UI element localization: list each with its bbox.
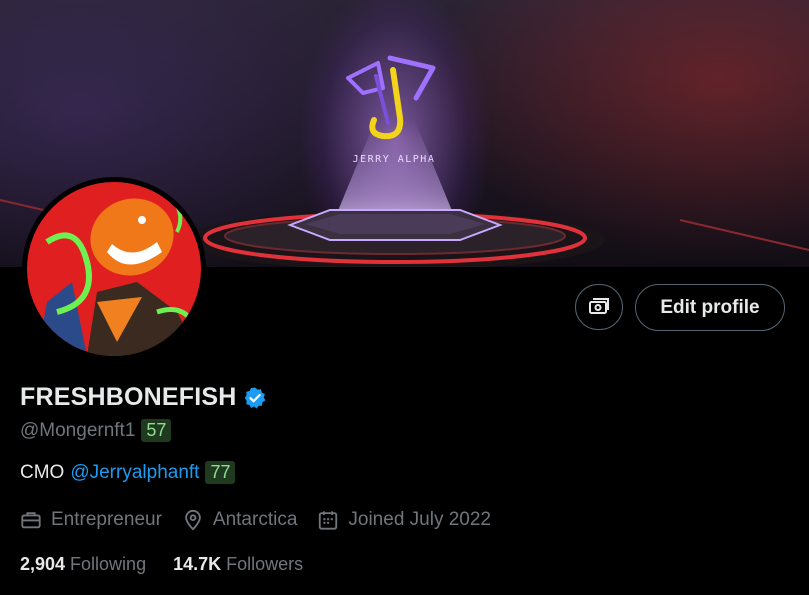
avatar[interactable] — [22, 177, 206, 361]
profession-item: Entrepreneur — [20, 509, 162, 531]
display-name-row: FRESHBONEFISH — [20, 383, 267, 412]
jerry-alpha-logo — [346, 55, 436, 140]
following-link[interactable]: 2,904 Following — [20, 554, 146, 575]
bio: CMO @Jerryalphanft 77 — [20, 461, 236, 484]
location-item: Antarctica — [182, 509, 297, 531]
monetization-button[interactable] — [575, 284, 623, 330]
user-handle: @Mongernft1 — [20, 419, 136, 441]
profile-meta: Entrepreneur Antarctica Joined July 2022 — [20, 509, 511, 531]
handle-row: @Mongernft1 57 — [20, 419, 172, 442]
followers-label: Followers — [226, 554, 304, 574]
joined-item: Joined July 2022 — [317, 509, 491, 531]
briefcase-icon — [21, 512, 41, 529]
bio-text: CMO — [20, 461, 65, 483]
location-label: Antarctica — [212, 509, 298, 530]
location-pin-icon — [185, 509, 201, 531]
money-icon — [589, 298, 609, 314]
calendar-icon — [319, 511, 338, 530]
followers-link[interactable]: 14.7K Followers — [173, 554, 303, 575]
following-label: Following — [70, 554, 147, 574]
display-name: FRESHBONEFISH — [20, 383, 237, 411]
followers-count: 14.7K — [173, 554, 222, 574]
joined-label: Joined July 2022 — [348, 509, 491, 530]
mention-badge: 77 — [205, 461, 236, 484]
profession-label: Entrepreneur — [51, 509, 162, 530]
handle-badge: 57 — [141, 419, 172, 442]
edit-profile-button[interactable]: Edit profile — [635, 284, 785, 331]
following-count: 2,904 — [20, 554, 66, 574]
follow-stats: 2,904 Following 14.7K Followers — [20, 554, 303, 575]
verified-badge-icon[interactable] — [243, 386, 267, 410]
banner-brand-text: JERRY ALPHA — [352, 154, 436, 165]
bio-mention-link[interactable]: @Jerryalphanft — [70, 462, 199, 484]
